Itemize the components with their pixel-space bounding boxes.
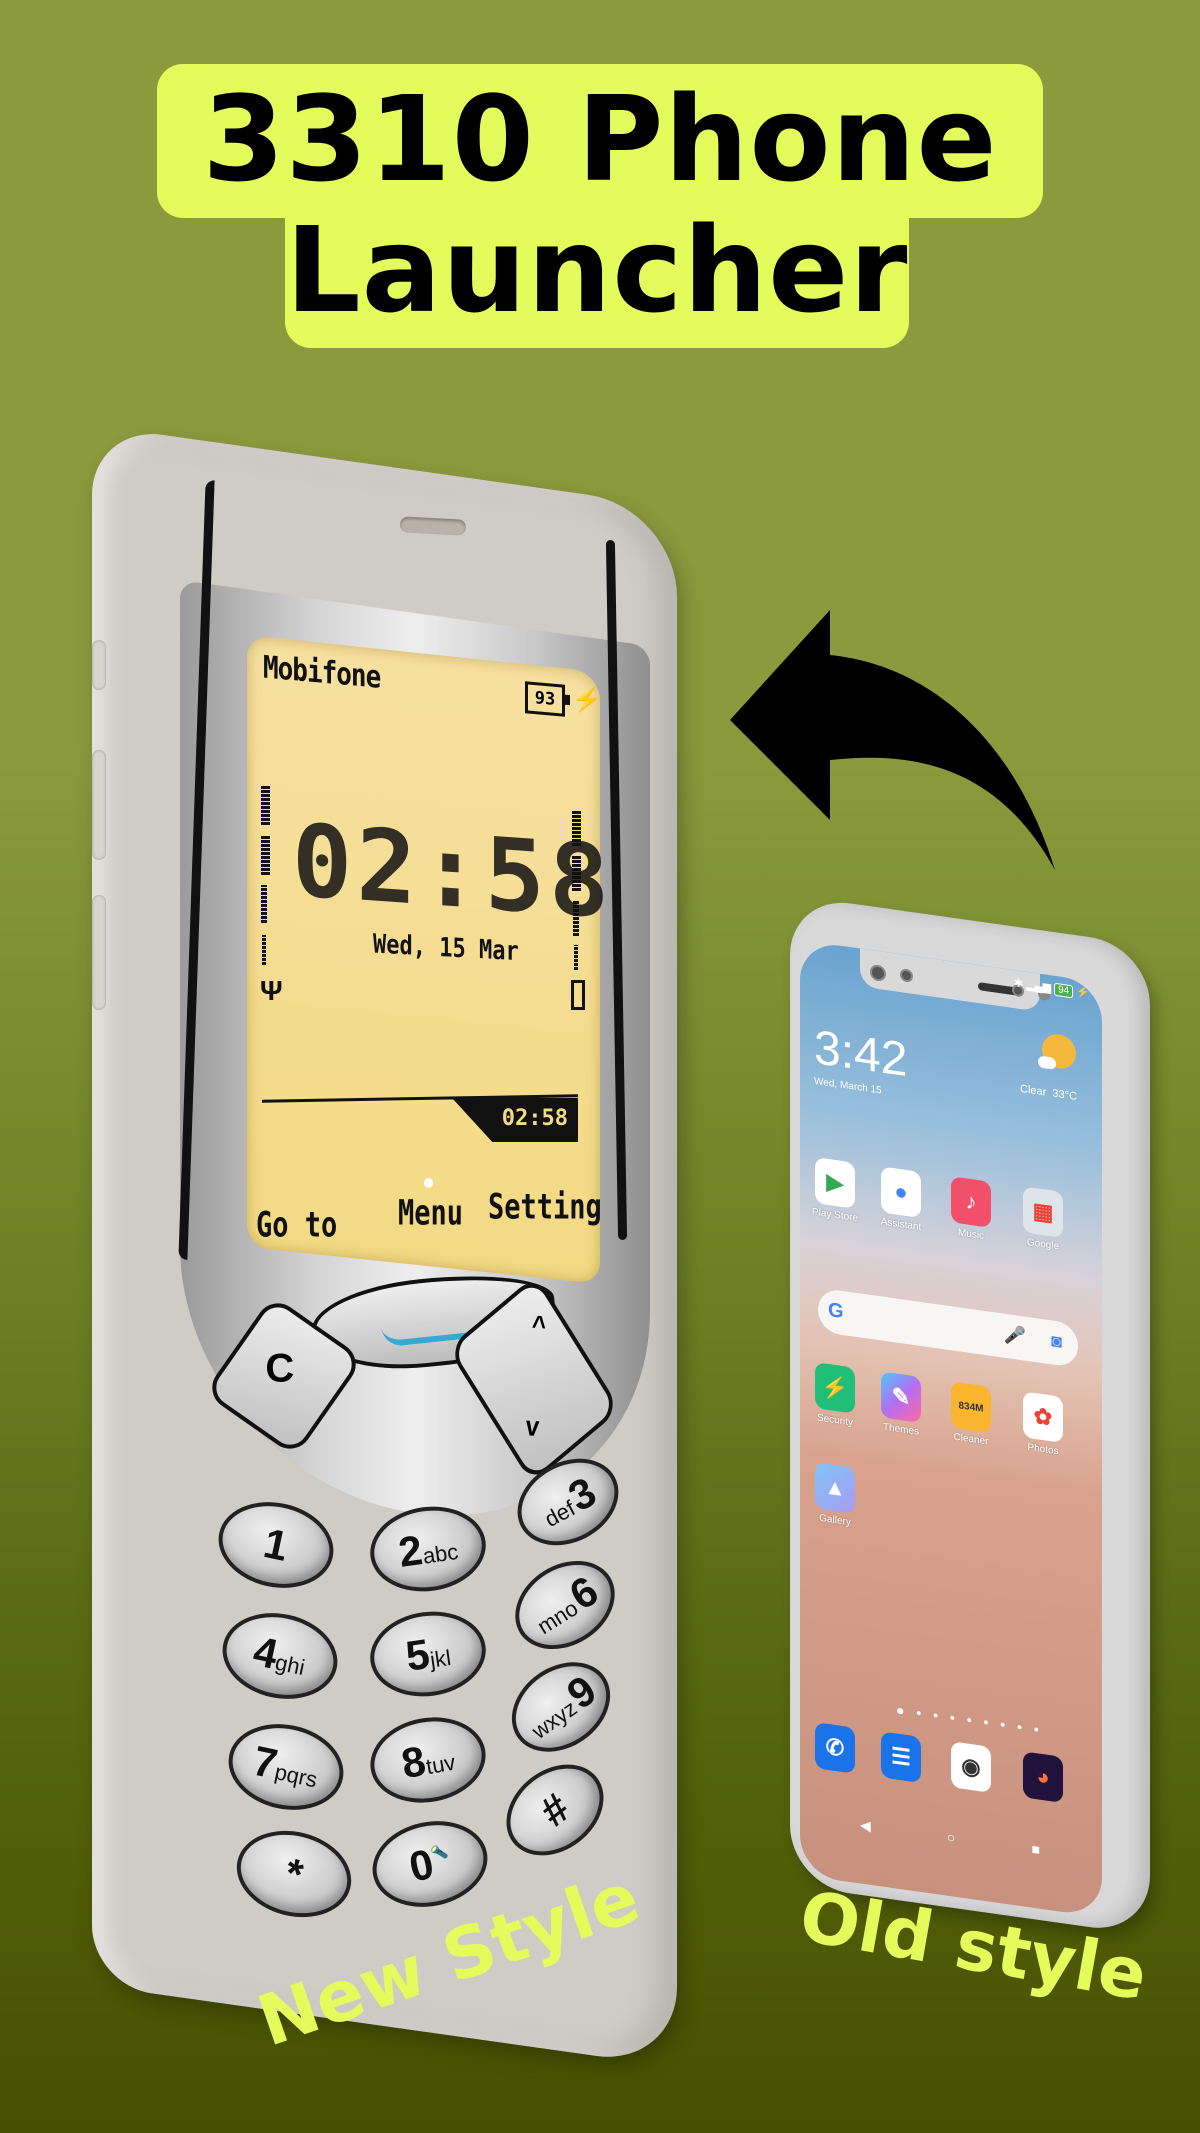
signal-icon: ▂▄▆ (1026, 978, 1052, 995)
cleaner-icon: 834M (951, 1381, 991, 1433)
bluetooth-icon: ✱ (1014, 977, 1024, 991)
app-gallery[interactable]: ▲ Gallery (800, 1460, 870, 1531)
phone-icon: ✆ (815, 1722, 855, 1774)
signal-bar (261, 785, 270, 825)
flashlight-icon: 🔦 (429, 1841, 450, 1861)
back-button[interactable]: ◀ (860, 1816, 871, 1835)
dock-messages[interactable]: ☰ (866, 1729, 936, 1785)
signal-bar (261, 835, 270, 875)
battery-bar (574, 945, 578, 970)
dock-firefox[interactable]: ◕ (1008, 1749, 1078, 1805)
lens-icon[interactable]: ◙ (1051, 1330, 1062, 1353)
folder-google[interactable]: ▦ Google (1008, 1184, 1078, 1255)
battery-icon: 93 (525, 681, 565, 717)
charging-icon: ⚡ (572, 685, 602, 716)
messages-icon: ☰ (881, 1731, 921, 1784)
page-indicator[interactable]: ● • • • • • • • • (896, 1701, 1043, 1738)
clear-icon: C (265, 1346, 295, 1391)
front-camera-icon (870, 963, 886, 983)
antenna-icon: Ψ (260, 975, 283, 1006)
title-line-2: Launcher (285, 210, 909, 348)
softkey-go-to[interactable]: Go to (256, 1205, 337, 1245)
app-play-store[interactable]: ▶ Play Store (800, 1155, 870, 1226)
main-clock: 02:58 (292, 801, 614, 942)
app-music[interactable]: ♪ Music (936, 1174, 1006, 1245)
music-icon: ♪ (951, 1176, 991, 1228)
dock-phone[interactable]: ✆ (800, 1720, 870, 1776)
assistant-icon: ● (881, 1166, 921, 1219)
earpiece-speaker (399, 516, 467, 536)
nav-bar: ◀ ○ ■ (860, 1816, 1040, 1858)
title-line-1: 3310 Phone (157, 64, 1043, 218)
google-folder-icon: ▦ (1023, 1186, 1063, 1238)
home-button[interactable]: ○ (947, 1829, 955, 1847)
power-button[interactable] (92, 895, 106, 1010)
gallery-icon: ▲ (815, 1462, 855, 1514)
themes-icon: ✎ (881, 1371, 921, 1424)
photos-icon: ✿ (1023, 1391, 1063, 1443)
scroll-down-icon: v (524, 1409, 541, 1443)
signal-bar (262, 935, 266, 965)
battery-indicator-icon (571, 980, 585, 1010)
security-icon: ⚡ (815, 1362, 855, 1414)
app-photos[interactable]: ✿ Photos (1008, 1389, 1078, 1460)
small-clock: 02:58 (501, 1106, 568, 1131)
recents-button[interactable]: ■ (1032, 1841, 1040, 1859)
cloud-icon (1038, 1055, 1056, 1070)
page-dot (424, 1178, 433, 1188)
app-assistant[interactable]: ● Assistant (866, 1164, 936, 1235)
mic-icon[interactable]: 🎤 (1004, 1324, 1026, 1348)
app-cleaner[interactable]: 834M Cleaner (936, 1379, 1006, 1450)
side-button[interactable] (92, 640, 106, 690)
weather-widget[interactable]: Clear 33°C (1020, 1083, 1077, 1103)
camera-icon: ◉ (951, 1741, 991, 1793)
scroll-up-icon: ^ (530, 1309, 548, 1342)
google-logo-icon: G (828, 1298, 844, 1324)
dock-camera[interactable]: ◉ (936, 1739, 1006, 1795)
firefox-icon: ◕ (1023, 1751, 1063, 1803)
google-search-bar[interactable]: G 🎤 ◙ (818, 1287, 1078, 1369)
signal-bar (261, 885, 267, 923)
play-store-icon: ▶ (815, 1157, 855, 1209)
app-security[interactable]: ⚡ Security (800, 1360, 870, 1431)
volume-button[interactable] (92, 750, 106, 860)
app-themes[interactable]: ✎ Themes (866, 1369, 936, 1440)
softkey-setting[interactable]: Setting (488, 1187, 602, 1227)
softkey-menu[interactable]: Menu (398, 1193, 463, 1233)
battery-icon: 94 (1054, 982, 1074, 999)
sensor-icon (900, 968, 913, 983)
smartphone-screen: ✱ ▂▄▆ 94 ⚡ 3:42 Wed, March 15 Clear 33°C… (800, 940, 1102, 1918)
curved-arrow-icon (730, 610, 1055, 870)
charging-icon: ⚡ (1076, 985, 1090, 1000)
